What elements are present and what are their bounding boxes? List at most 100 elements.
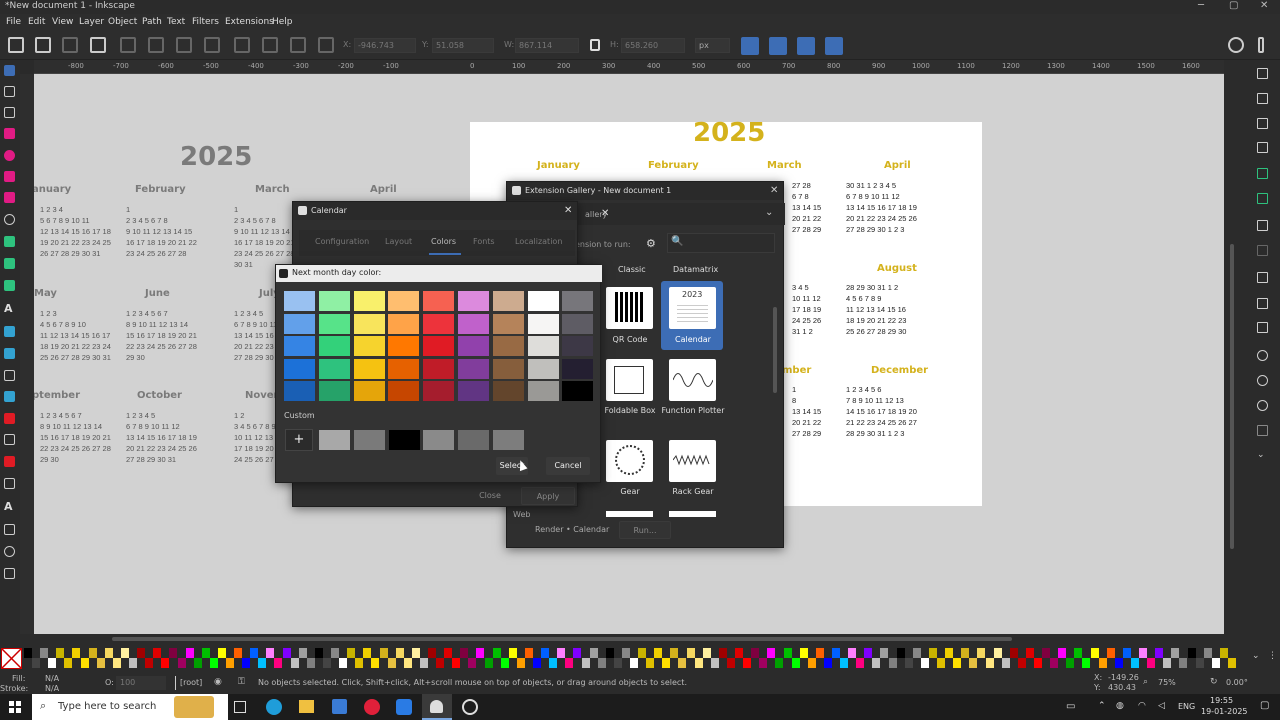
- deselect-icon[interactable]: [62, 37, 78, 53]
- palette-swatch[interactable]: [638, 648, 647, 658]
- no-paint-swatch[interactable]: [1, 648, 22, 669]
- palette-swatch[interactable]: [1219, 648, 1228, 658]
- menu-help[interactable]: Help: [272, 17, 293, 27]
- chevron-down-icon[interactable]: ⌄: [1252, 651, 1260, 661]
- undo-icon[interactable]: [1257, 220, 1268, 231]
- palette-swatch[interactable]: [807, 658, 816, 668]
- festival-widget-icon[interactable]: [174, 696, 214, 718]
- palette-swatch[interactable]: [80, 658, 89, 668]
- palette-swatch[interactable]: [331, 648, 340, 658]
- palette-swatch[interactable]: [1130, 658, 1139, 668]
- palette-swatch[interactable]: [436, 658, 445, 668]
- palette-swatch[interactable]: [24, 648, 32, 658]
- lpe-tool-icon[interactable]: [4, 456, 15, 467]
- color-swatch[interactable]: [318, 291, 350, 311]
- palette-swatch[interactable]: [1106, 648, 1115, 658]
- palette-swatch[interactable]: [1195, 658, 1204, 668]
- palette-swatch[interactable]: [56, 648, 65, 658]
- color-swatch[interactable]: [388, 336, 420, 356]
- measure-tool-icon[interactable]: A: [4, 500, 13, 513]
- color-swatch[interactable]: [388, 358, 420, 379]
- text-tool-icon[interactable]: A: [4, 302, 13, 315]
- apply-button[interactable]: Apply: [521, 487, 575, 505]
- color-swatch[interactable]: [388, 291, 420, 311]
- color-swatch[interactable]: [458, 358, 489, 379]
- color-swatch[interactable]: [562, 291, 594, 311]
- gear-settings-icon[interactable]: ⚙: [646, 237, 656, 250]
- clock-time[interactable]: 19:55: [1210, 696, 1233, 705]
- palette-swatch[interactable]: [848, 648, 857, 658]
- calendar-thumbnail[interactable]: 2023: [669, 287, 716, 329]
- w-field[interactable]: 867.114: [515, 38, 579, 53]
- menu-text[interactable]: Text: [167, 17, 185, 27]
- document-tool-icon[interactable]: [4, 568, 15, 579]
- move-patterns-button[interactable]: [825, 37, 843, 55]
- custom-color-swatch[interactable]: [493, 430, 524, 450]
- color-swatch[interactable]: [562, 336, 594, 356]
- palette-swatch[interactable]: [621, 648, 630, 658]
- palette-swatch[interactable]: [928, 648, 937, 658]
- palette-swatch[interactable]: [775, 658, 784, 668]
- palette-swatch[interactable]: [411, 648, 420, 658]
- palette-swatch[interactable]: [823, 658, 832, 668]
- palette-swatch[interactable]: [120, 648, 129, 658]
- color-swatch[interactable]: [458, 381, 489, 401]
- zoom-selection-icon[interactable]: [1257, 350, 1268, 361]
- cut-icon[interactable]: [1257, 298, 1268, 309]
- pencil-tool-icon[interactable]: [4, 258, 15, 269]
- palette-swatch[interactable]: [1227, 658, 1236, 668]
- gallery-close-icon[interactable]: ✕: [770, 185, 778, 196]
- file-explorer-icon[interactable]: [299, 700, 314, 713]
- palette-swatch[interactable]: [234, 648, 243, 658]
- opacity-field[interactable]: 100: [116, 676, 166, 690]
- palette-swatch[interactable]: [767, 648, 776, 658]
- palette-swatch[interactable]: [226, 658, 234, 668]
- tab-colors[interactable]: Colors: [431, 237, 456, 246]
- scale-stroke-button[interactable]: [741, 37, 759, 55]
- palette-swatch[interactable]: [702, 648, 711, 658]
- spiral-tool-icon[interactable]: [4, 214, 15, 225]
- notifications-icon[interactable]: ▢: [1260, 700, 1269, 711]
- palette-swatch[interactable]: [896, 648, 905, 658]
- color-swatch[interactable]: [353, 358, 385, 379]
- palette-swatch[interactable]: [387, 658, 396, 668]
- palette-swatch[interactable]: [88, 648, 97, 658]
- palette-swatch[interactable]: [912, 648, 921, 658]
- rotate-ccw-icon[interactable]: [90, 37, 106, 53]
- palette-swatch[interactable]: [662, 658, 671, 668]
- chevron-down-icon[interactable]: ⌄: [765, 207, 773, 218]
- palette-swatch[interactable]: [654, 648, 663, 658]
- palette-swatch[interactable]: [250, 648, 259, 658]
- palette-swatch[interactable]: [444, 648, 453, 658]
- palette-swatch[interactable]: [419, 658, 428, 668]
- palette-swatch[interactable]: [209, 658, 218, 668]
- color-swatch[interactable]: [318, 381, 350, 401]
- palette-swatch[interactable]: [96, 658, 105, 668]
- flip-v-icon[interactable]: [176, 37, 192, 53]
- menu-layer[interactable]: Layer: [79, 17, 104, 27]
- palette-swatch[interactable]: [32, 658, 41, 668]
- palette-swatch[interactable]: [670, 648, 679, 658]
- color-swatch[interactable]: [423, 291, 455, 311]
- color-swatch[interactable]: [562, 313, 594, 334]
- palette-swatch[interactable]: [1058, 648, 1067, 658]
- palette-swatch[interactable]: [856, 658, 865, 668]
- palette-swatch[interactable]: [395, 648, 404, 658]
- menu-file[interactable]: File: [6, 17, 21, 27]
- palette-swatch[interactable]: [112, 658, 121, 668]
- gallery-left-item[interactable]: Web: [513, 510, 530, 519]
- palette-swatch[interactable]: [888, 658, 897, 668]
- palette-swatch[interactable]: [104, 648, 113, 658]
- palette-swatch[interactable]: [1090, 648, 1099, 658]
- palette-swatch[interactable]: [864, 648, 873, 658]
- commands-icon[interactable]: [1258, 37, 1264, 53]
- menu-edit[interactable]: Edit: [28, 17, 45, 27]
- palette-swatch[interactable]: [751, 648, 760, 658]
- horizontal-scrollbar[interactable]: [20, 634, 1247, 644]
- palette-swatch[interactable]: [1147, 658, 1156, 668]
- palette-swatch[interactable]: [533, 658, 542, 668]
- palette-swatch[interactable]: [1050, 658, 1059, 668]
- spray-tool-icon[interactable]: [4, 434, 15, 445]
- palette-swatch[interactable]: [428, 648, 436, 658]
- palette-swatch[interactable]: [355, 658, 364, 668]
